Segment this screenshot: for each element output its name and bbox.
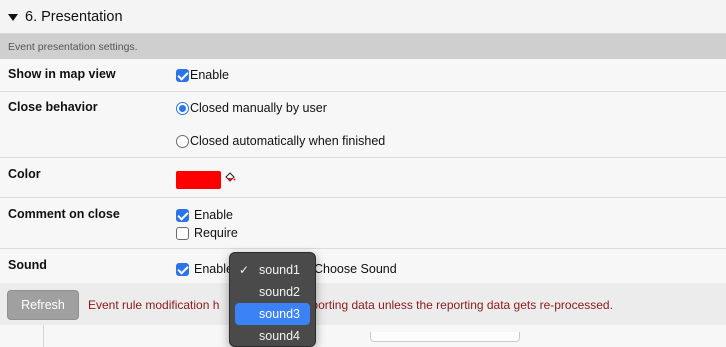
section-title: 6. Presentation <box>25 8 123 25</box>
close-automatically-option[interactable]: Closed automatically when finished <box>176 134 385 148</box>
sound-option-label: sound4 <box>259 329 301 343</box>
close-manually-label: Closed manually by user <box>190 101 327 115</box>
map-view-enable-label: Enable <box>190 68 229 82</box>
paint-bucket-icon[interactable] <box>224 171 236 183</box>
refresh-button[interactable]: Refresh <box>7 290 79 320</box>
warning-text-end: old reporting data unless the reporting … <box>281 298 613 312</box>
row-show-in-map-view: Show in map view Enable <box>0 59 726 92</box>
sound-option-2[interactable]: sound2 <box>235 281 310 303</box>
content-divider <box>43 325 44 347</box>
row-sound: Sound Enable Choose Sound <box>0 249 726 283</box>
collapse-triangle-icon[interactable] <box>8 13 18 21</box>
sound-option-label: sound2 <box>259 285 301 299</box>
close-manually-option[interactable]: Closed manually by user <box>176 101 327 115</box>
row-color: Color <box>0 158 726 198</box>
comment-enable-checkbox[interactable] <box>176 208 189 222</box>
partially-hidden-field <box>370 332 520 342</box>
map-view-enable-option[interactable]: Enable <box>176 68 229 82</box>
sound-option-label: sound1 <box>259 263 301 277</box>
warning-text-start: Event rule modification h <box>88 298 220 312</box>
sound-enable-option[interactable]: Enable <box>176 262 233 276</box>
comment-require-checkbox[interactable] <box>176 226 189 240</box>
color-swatch[interactable] <box>176 171 221 189</box>
comment-enable-option[interactable]: Enable <box>176 208 233 222</box>
row-close-behavior: Close behavior Closed manually by user C… <box>0 92 726 158</box>
comment-enable-label: Enable <box>194 208 233 222</box>
map-view-label: Show in map view <box>8 67 116 81</box>
sound-option-label: sound3 <box>259 307 301 321</box>
sound-option-4[interactable]: sound4 <box>235 325 310 346</box>
comment-require-label: Require <box>194 226 238 240</box>
action-bar: Refresh Event rule modification h old rep… <box>0 283 726 325</box>
choose-sound-link[interactable]: Choose Sound <box>314 262 397 276</box>
comment-require-option[interactable]: Require <box>176 226 238 240</box>
map-view-enable-checkbox[interactable] <box>176 68 189 82</box>
color-label: Color <box>8 167 41 181</box>
sound-option-1[interactable]: ✓ sound1 <box>235 259 310 281</box>
close-behavior-label: Close behavior <box>8 100 98 114</box>
sound-dropdown-menu[interactable]: ✓ sound1 sound2 sound3 sound4 <box>229 252 316 347</box>
section-header[interactable]: 6. Presentation <box>0 0 726 34</box>
sound-label: Sound <box>8 258 47 272</box>
close-automatically-label: Closed automatically when finished <box>190 134 386 148</box>
sound-enable-checkbox[interactable] <box>176 262 189 276</box>
section-description: Event presentation settings. <box>0 34 726 59</box>
content-below <box>0 325 726 347</box>
checkmark-icon: ✓ <box>239 263 250 277</box>
close-manually-radio[interactable] <box>176 101 189 115</box>
comment-on-close-label: Comment on close <box>8 207 120 221</box>
sound-option-3[interactable]: sound3 <box>235 303 310 325</box>
close-automatically-radio[interactable] <box>176 134 189 148</box>
presentation-panel: 6. Presentation Event presentation setti… <box>0 0 726 347</box>
modification-warning: Event rule modification h old reporting d… <box>88 298 613 312</box>
sound-enable-label: Enable <box>194 262 233 276</box>
row-comment-on-close: Comment on close Enable Require <box>0 198 726 249</box>
